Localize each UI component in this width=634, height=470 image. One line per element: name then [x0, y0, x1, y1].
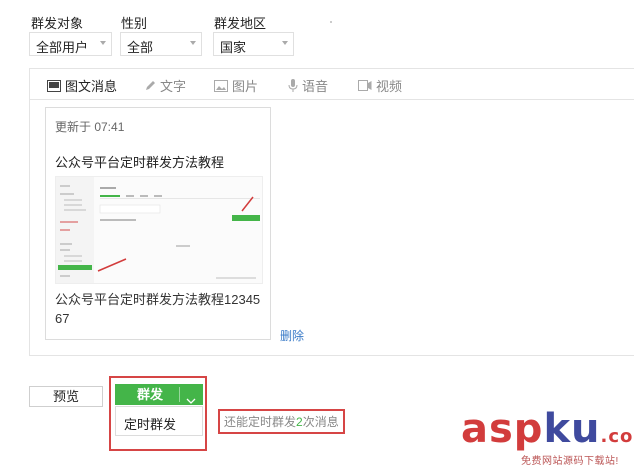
tab-picture-label: 图片	[232, 79, 259, 94]
watermark-logo: aspku.com 免费网站源码下载站!	[461, 406, 634, 468]
picture-icon	[214, 79, 228, 92]
scheduled-quota-notice: 还能定时群发2次消息	[218, 409, 345, 434]
send-button[interactable]: 群发	[115, 384, 203, 405]
watermark-ku: ku	[543, 406, 601, 452]
article-description: 公众号平台定时群发方法教程1234567	[55, 292, 261, 326]
preview-button[interactable]: 预览	[29, 386, 103, 407]
article-title: 公众号平台定时群发方法教程	[55, 155, 225, 170]
article-cover-image	[55, 176, 263, 284]
image-text-icon	[47, 79, 61, 92]
pencil-icon	[144, 80, 156, 92]
target-select-value: 全部用户	[36, 40, 89, 55]
tab-video-label: 视频	[376, 79, 403, 94]
scheduled-send-item[interactable]: 定时群发	[124, 414, 176, 433]
region-select[interactable]: 国家	[213, 32, 294, 56]
microphone-icon	[288, 79, 298, 92]
watermark-subtitle: 免费网站源码下载站!	[521, 456, 619, 467]
filter-label-gender: 性别	[121, 16, 148, 31]
watermark-asp: asp	[461, 406, 544, 452]
message-type-tabs: 图文消息 文字 图片 语音 视频	[30, 69, 634, 100]
quota-prefix: 还能定时群发	[224, 415, 297, 429]
chevron-down-icon	[282, 41, 288, 45]
filter-label-region: 群发地区	[214, 16, 267, 31]
gender-select-value: 全部	[127, 40, 154, 55]
message-editor: 图文消息 文字 图片 语音 视频 更新于 07:41 公众号平台定时群发方法教程…	[29, 68, 634, 356]
send-dropdown-menu: 定时群发	[115, 406, 203, 436]
tab-picture[interactable]: 图片	[214, 76, 258, 95]
tab-image-text-label: 图文消息	[65, 79, 118, 94]
gender-select[interactable]: 全部	[120, 32, 202, 56]
article-card[interactable]: 更新于 07:41 公众号平台定时群发方法教程 公众号平台定时群发方法教程123…	[45, 107, 271, 340]
send-button-divider	[179, 387, 180, 402]
tab-video[interactable]: 视频	[358, 76, 402, 95]
tab-voice-label: 语音	[302, 79, 329, 94]
target-select[interactable]: 全部用户	[29, 32, 112, 56]
send-button-label: 群发	[137, 387, 164, 402]
quota-count: 2	[296, 415, 303, 429]
article-updated-time: 更新于 07:41	[55, 120, 125, 134]
tab-text[interactable]: 文字	[144, 76, 186, 95]
filter-label-target: 群发对象	[31, 16, 84, 31]
region-select-value: 国家	[220, 40, 247, 55]
watermark-com: .com	[600, 426, 634, 447]
tab-image-text[interactable]: 图文消息	[47, 76, 117, 95]
tab-voice[interactable]: 语音	[288, 76, 328, 95]
quota-suffix: 次消息	[302, 415, 339, 429]
chevron-down-icon	[100, 41, 106, 45]
top-dot	[330, 21, 332, 23]
tab-text-label: 文字	[160, 79, 187, 94]
video-icon	[358, 80, 372, 91]
delete-link[interactable]: 删除	[280, 327, 304, 344]
chevron-down-icon	[190, 41, 196, 45]
